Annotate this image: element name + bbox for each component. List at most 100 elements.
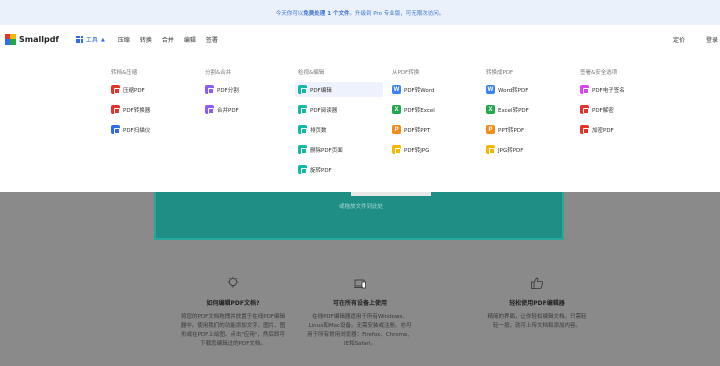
tools-label: 工具 — [85, 37, 98, 44]
word-icon: W — [486, 85, 495, 94]
nav-convert[interactable]: 转换 — [140, 35, 152, 44]
menu-item[interactable]: PDF转换器 — [111, 102, 199, 117]
reader-icon — [298, 105, 307, 114]
excel-icon: X — [392, 105, 401, 114]
nav-merge[interactable]: 合并 — [162, 35, 174, 44]
menu-item[interactable]: PDF解密 — [580, 102, 668, 117]
feature-title: 如何编辑PDF文档? — [206, 300, 260, 307]
lock-icon — [580, 125, 589, 134]
nav-sign[interactable]: 签署 — [206, 35, 218, 44]
menu-column-title: 检视&编辑 — [298, 70, 325, 76]
caret-down-icon: ▲ — [100, 36, 105, 43]
drop-caption: 或拖放文件到此处 — [338, 204, 383, 210]
split-icon — [205, 85, 214, 94]
menu-item-label: 旋转PDF — [310, 167, 332, 174]
menu-item-label: 合并PDF — [217, 107, 239, 114]
sign-icon — [580, 85, 589, 94]
thumbs-up-icon — [531, 277, 544, 289]
menu-column-title: 从PDF转换 — [392, 70, 420, 76]
jpg-icon — [486, 145, 495, 154]
ppt-icon: P — [486, 125, 495, 134]
grid-icon — [75, 36, 83, 43]
menu-item-label: PDF解密 — [592, 107, 614, 114]
menu-item[interactable]: PDF分割 — [205, 82, 293, 97]
menu-item[interactable]: PDF扫描仪 — [111, 122, 199, 137]
menu-item[interactable]: 旋转PDF — [298, 162, 386, 177]
feature-text: 精简的界面，让你轻松编辑文档。只需轻 轻一按，就可上传文档和添加内容。 — [487, 314, 587, 329]
menu-item[interactable]: W PDF转Word — [392, 82, 480, 97]
menu-item-label: Excel转PDF — [498, 107, 529, 114]
menu-column: 转档&压缩 压缩PDF PDF转换器 PDF扫描仪 — [111, 68, 199, 142]
menu-item-label: PPT转PDF — [498, 127, 525, 134]
tools-mega-menu: 转档&压缩 压缩PDF PDF转换器 PDF扫描仪 分割&合并 PDF分割 合并PDF 检视&… — [0, 54, 720, 192]
nav-compress[interactable]: 压缩 — [118, 35, 130, 44]
scan-icon — [111, 125, 120, 134]
menu-item[interactable]: P PDF转PPT — [392, 122, 480, 137]
menu-item[interactable]: PDF电子签名 — [580, 82, 668, 97]
promo-banner: 今天你可以 免费处理 1 个文件 。升级到 Pro 专业版，可无限次访问。 — [0, 0, 720, 25]
excel-icon: X — [486, 105, 495, 114]
tools-menu-button[interactable]: 工具 ▲ — [75, 35, 105, 44]
menu-item-label: PDF转Word — [404, 87, 435, 94]
menu-item-label: 排页数 — [310, 127, 327, 134]
menu-item-label: PDF转PPT — [404, 127, 431, 134]
menu-column-title: 分割&合并 — [205, 70, 232, 76]
menu-item-label: PDF编辑 — [310, 87, 332, 94]
menu-column: 分割&合并 PDF分割合并PDF — [205, 68, 293, 122]
menu-item[interactable]: JPG转PDF — [486, 142, 574, 157]
nav-edit[interactable]: 编辑 — [184, 35, 196, 44]
menu-item-label: PDF转Excel — [404, 107, 435, 114]
delete-pages-icon — [298, 145, 307, 154]
merge-icon — [205, 105, 214, 114]
menu-item[interactable]: PDF编辑 — [295, 82, 383, 97]
menu-column: 检视&编辑 PDF编辑 PDF阅读器排页数删除PDF页面 旋转PDF — [295, 68, 386, 182]
menu-item[interactable]: W Word转PDF — [486, 82, 574, 97]
lightbulb-icon — [227, 276, 239, 288]
logo-text: Smallpdf — [19, 35, 59, 44]
menu-item[interactable]: 压缩PDF — [111, 82, 199, 97]
jpg-icon — [392, 145, 401, 154]
devices-icon — [354, 279, 366, 289]
menu-item-label: 删除PDF页面 — [310, 147, 343, 154]
menu-item-label: PDF扫描仪 — [123, 127, 151, 134]
menu-column-title: 签署&安全选项 — [580, 70, 618, 76]
feature-all-devices: 可在所有设备上使用 在线PDF编辑器适用于所有Windows、 Linux和Mac… — [290, 276, 430, 349]
feature-easy-use: 轻松使用PDF编辑器 精简的界面，让你轻松编辑文档。只需轻 轻一按，就可上传文档和… — [467, 276, 607, 331]
menu-item-label: Word转PDF — [498, 87, 529, 94]
menu-item[interactable]: X PDF转Excel — [392, 102, 480, 117]
menu-item[interactable]: 合并PDF — [205, 102, 293, 117]
banner-bold: 免费处理 1 个文件 — [303, 10, 350, 17]
menu-item[interactable]: 排页数 — [298, 122, 386, 137]
upload-area[interactable]: 或拖放文件到此处 — [154, 192, 564, 240]
menu-column: 转换成PDF W Word转PDF X Excel转PDF P PPT转PDF JPG转PDF — [486, 68, 574, 162]
banner-prefix: 今天你可以 — [275, 10, 304, 17]
logo-icon — [5, 34, 16, 45]
choose-file-button[interactable] — [351, 192, 431, 196]
menu-item[interactable]: X Excel转PDF — [486, 102, 574, 117]
menu-column: 签署&安全选项 PDF电子签名 PDF解密加密PDF — [580, 68, 668, 142]
feature-text: 在线PDF编辑器适用于所有Windows、 Linux和Mac设备。无需安装或注册… — [307, 314, 413, 347]
menu-item[interactable]: PDF阅读器 — [298, 102, 386, 117]
menu-column-title: 转换成PDF — [486, 70, 514, 76]
feature-title: 轻松使用PDF编辑器 — [509, 300, 565, 307]
feature-how-to: 如何编辑PDF文档? 将您的PDF文档拖拽并放置于在线PDF编辑 器中。使用我们的… — [163, 276, 303, 349]
rotate-icon — [298, 165, 307, 174]
menu-item[interactable]: 加密PDF — [580, 122, 668, 137]
menu-item-label: 加密PDF — [592, 127, 614, 134]
menu-item-label: JPG转PDF — [498, 147, 524, 154]
menu-column: 从PDF转换 W PDF转Word X PDF转Excel P PDF转PPT PDF转JPG — [392, 68, 480, 162]
unlock-icon — [580, 105, 589, 114]
menu-item-label: PDF转JPG — [404, 147, 430, 154]
logo[interactable]: Smallpdf — [5, 34, 59, 45]
menu-item[interactable]: P PPT转PDF — [486, 122, 574, 137]
convert-icon — [111, 105, 120, 114]
nav-pricing[interactable]: 定价 — [673, 25, 685, 54]
feature-text: 将您的PDF文档拖拽并放置于在线PDF编辑 器中。使用我们的功能添加文字、图片、图… — [180, 314, 286, 347]
menu-item[interactable]: 删除PDF页面 — [298, 142, 386, 157]
word-icon: W — [392, 85, 401, 94]
nav-login[interactable]: 登录 — [706, 25, 718, 54]
menu-item[interactable]: PDF转JPG — [392, 142, 480, 157]
page-number-icon — [298, 125, 307, 134]
edit-icon — [298, 85, 307, 94]
menu-item-label: PDF电子签名 — [592, 87, 625, 94]
